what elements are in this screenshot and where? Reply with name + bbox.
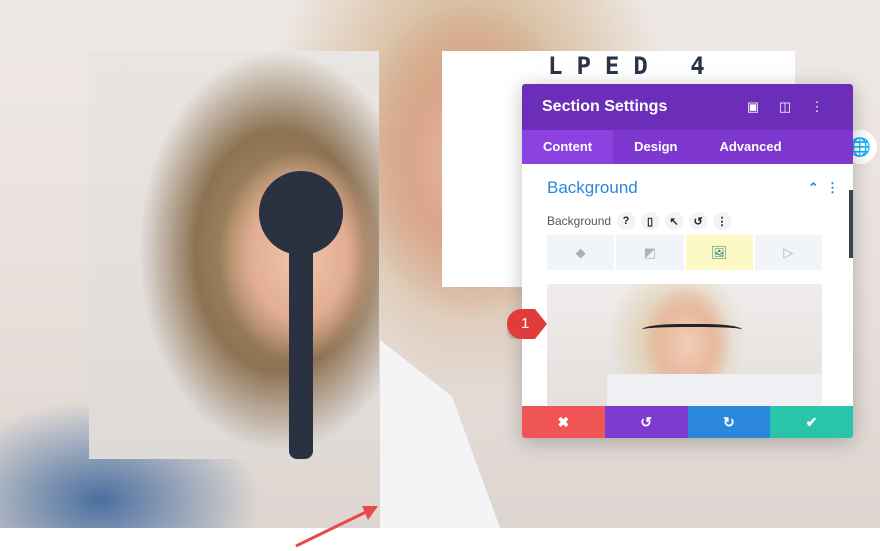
panel-header: Section Settings ▣ ◫ ⋮ bbox=[522, 84, 853, 130]
undo-button[interactable]: ↺ bbox=[604, 406, 688, 438]
occluder-handle bbox=[289, 241, 313, 459]
more-icon[interactable]: ⋮ bbox=[801, 99, 833, 115]
panel-footer: ✖ ↺ ↻ ✔ bbox=[522, 406, 853, 438]
arrow-icon bbox=[295, 506, 378, 548]
chevron-up-icon[interactable]: ⌃ bbox=[808, 180, 819, 195]
help-icon[interactable]: ? bbox=[617, 212, 636, 230]
page-bottom-strip bbox=[0, 528, 880, 551]
eye-chart-letters: LPED 4 bbox=[548, 52, 719, 80]
tab-design[interactable]: Design bbox=[613, 130, 698, 164]
more-icon[interactable]: ⋮ bbox=[713, 212, 732, 230]
panel-tabs: Content Design Advanced bbox=[522, 130, 853, 164]
eye-chart-row: LPED bbox=[548, 52, 662, 80]
glasses bbox=[642, 324, 742, 338]
section-settings-panel: Section Settings ▣ ◫ ⋮ Content Design Ad… bbox=[522, 84, 853, 438]
tab-content[interactable]: Content bbox=[522, 130, 614, 164]
panel-title: Section Settings bbox=[542, 98, 668, 115]
scrollbar[interactable] bbox=[849, 190, 853, 258]
video-icon[interactable]: ▷ bbox=[754, 235, 822, 270]
image-icon[interactable]: 🖼 bbox=[685, 235, 753, 270]
split-view-icon[interactable]: ◫ bbox=[769, 99, 801, 115]
fullscreen-icon[interactable]: ▣ bbox=[737, 99, 769, 115]
section-title[interactable]: Background bbox=[547, 178, 638, 198]
field-label: Background bbox=[547, 214, 612, 228]
tab-advanced[interactable]: Advanced bbox=[698, 130, 802, 164]
hover-icon[interactable]: ↖ bbox=[665, 212, 684, 230]
eye-chart-number: 4 bbox=[690, 52, 719, 80]
more-icon[interactable]: ⋮ bbox=[826, 180, 839, 195]
background-field-row: Background ? ▯ ↖ ↺ ⋮ bbox=[547, 212, 732, 230]
color-fill-icon[interactable]: ◆ bbox=[547, 235, 615, 270]
reset-icon[interactable]: ↺ bbox=[689, 212, 708, 230]
redo-button[interactable]: ↻ bbox=[687, 406, 771, 438]
responsive-icon[interactable]: ▯ bbox=[641, 212, 660, 230]
cancel-button[interactable]: ✖ bbox=[522, 406, 605, 438]
left-photo-eye-occluder bbox=[89, 51, 379, 459]
save-button[interactable]: ✔ bbox=[770, 406, 853, 438]
background-image-preview[interactable] bbox=[547, 284, 822, 406]
section-controls: ⌃ ⋮ bbox=[808, 180, 839, 196]
background-type-tabs: ◆ ◩ 🖼 ▷ bbox=[547, 235, 822, 270]
gradient-icon[interactable]: ◩ bbox=[616, 235, 684, 270]
coat bbox=[607, 374, 822, 406]
